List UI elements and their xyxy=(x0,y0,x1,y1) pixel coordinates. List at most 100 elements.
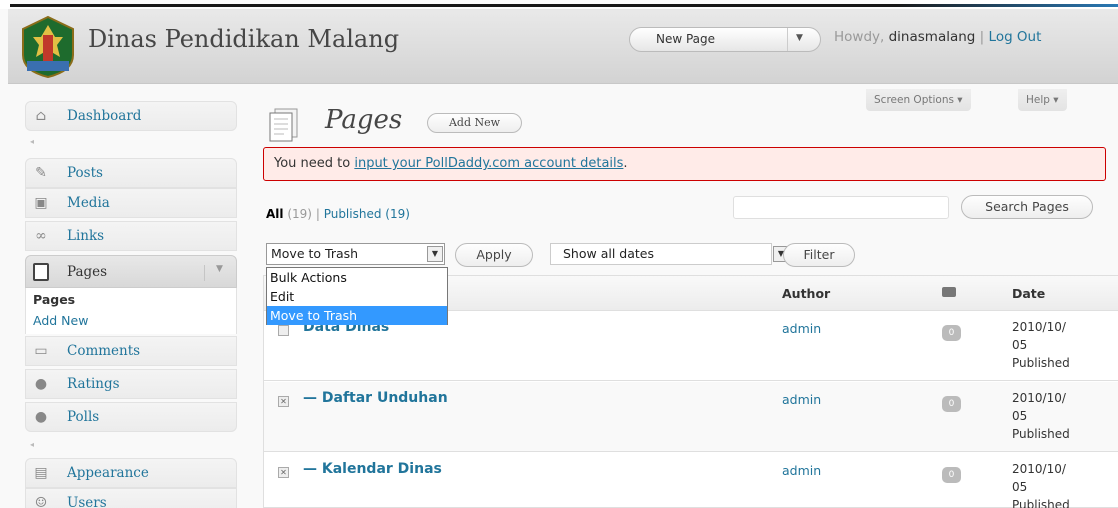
filter-published-link[interactable]: Published xyxy=(324,207,382,221)
date-filter-select[interactable]: Show all dates ▼ xyxy=(550,243,789,265)
apply-button[interactable]: Apply xyxy=(455,243,533,267)
sidebar-item-label: Comments xyxy=(67,343,141,359)
date-line: 05 xyxy=(1012,480,1028,494)
filter-separator: | xyxy=(315,207,320,221)
comment-count-bubble[interactable]: 0 xyxy=(942,396,961,412)
status-filter-links: All (19) | Published (19) xyxy=(266,207,410,221)
admin-header: Dinas Pendidikan Malang New Page ▼ Howdy… xyxy=(8,9,1118,84)
sidebar-item-posts[interactable]: ✎ Posts xyxy=(25,158,237,188)
option-edit[interactable]: Edit xyxy=(267,287,447,306)
status-text: Published xyxy=(1012,498,1070,508)
bulk-actions-value: Move to Trash xyxy=(271,246,359,261)
bulk-actions-select[interactable]: Move to Trash ▼ xyxy=(266,243,445,265)
appearance-icon: ▤ xyxy=(34,465,48,481)
date-line: 2010/10/ xyxy=(1012,391,1066,405)
submenu-item-add-new[interactable]: Add New xyxy=(33,313,88,328)
circle-icon: ● xyxy=(34,376,48,392)
row-checkbox[interactable]: ✕ xyxy=(278,467,289,478)
howdy-prefix: Howdy, xyxy=(834,29,885,45)
link-icon: ∞ xyxy=(35,228,47,244)
sidebar-item-links[interactable]: ∞ Links xyxy=(25,221,237,251)
chevron-down-icon[interactable]: ▼ xyxy=(427,246,443,262)
admin-sidebar: ⌂ Dashboard ◂ ✎ Posts ▣ Media ∞ Links Pa… xyxy=(0,85,250,508)
sidebar-item-label: Dashboard xyxy=(67,108,142,124)
sidebar-item-label: Ratings xyxy=(67,376,120,392)
submenu-item-pages[interactable]: Pages xyxy=(33,292,75,307)
screen-options-tab[interactable]: Screen Options ▾ xyxy=(866,89,971,111)
bulk-actions-dropdown[interactable]: Bulk Actions Edit Move to Trash xyxy=(266,267,448,325)
date-line: 05 xyxy=(1012,409,1028,423)
filter-all-count: (19) xyxy=(287,207,312,221)
pages-submenu: Pages Add New xyxy=(25,288,237,334)
favorite-action-label[interactable]: New Page xyxy=(656,32,715,46)
page-title: Pages xyxy=(325,105,403,135)
date-line: 2010/10/ xyxy=(1012,320,1066,334)
help-tab[interactable]: Help ▾ xyxy=(1018,89,1067,111)
status-text: Published xyxy=(1012,427,1070,441)
table-row: ✕ — Kalendar Dinas admin 0 2010/10/ 05 P… xyxy=(264,453,1118,508)
search-pages-button[interactable]: Search Pages xyxy=(961,195,1093,219)
date-cell: 2010/10/ 05 Published xyxy=(1012,460,1092,508)
comment-icon: ▭ xyxy=(34,343,48,359)
column-author[interactable]: Author xyxy=(782,286,830,301)
sidebar-item-polls[interactable]: ● Polls xyxy=(25,402,237,432)
sidebar-item-media[interactable]: ▣ Media xyxy=(25,188,237,218)
option-bulk-actions[interactable]: Bulk Actions xyxy=(267,268,447,287)
author-link[interactable]: admin xyxy=(782,321,821,336)
sidebar-item-appearance[interactable]: ▤ Appearance xyxy=(25,458,237,488)
sidebar-item-pages[interactable]: Pages ▼ xyxy=(25,255,237,288)
search-input[interactable] xyxy=(733,196,949,219)
row-checkbox[interactable] xyxy=(278,325,289,336)
option-move-to-trash[interactable]: Move to Trash xyxy=(267,306,447,325)
site-title[interactable]: Dinas Pendidikan Malang xyxy=(88,25,399,53)
notice-link[interactable]: input your PollDaddy.com account details xyxy=(354,156,623,171)
sidebar-item-label: Users xyxy=(67,495,107,508)
greeting-separator: | xyxy=(979,29,985,45)
media-icon: ▣ xyxy=(34,195,48,211)
status-text: Published xyxy=(1012,356,1070,370)
page-title-link[interactable]: — Kalendar Dinas xyxy=(303,461,442,477)
date-filter-value: Show all dates xyxy=(563,246,654,261)
favorite-actions-dropdown[interactable]: New Page ▼ xyxy=(629,27,821,52)
favorite-divider xyxy=(787,28,788,51)
sidebar-item-label: Posts xyxy=(67,165,103,181)
pin-icon: ✎ xyxy=(35,165,47,181)
sidebar-item-label: Pages xyxy=(67,264,108,280)
site-logo xyxy=(22,15,74,79)
comment-count-bubble[interactable]: 0 xyxy=(942,467,961,483)
chevron-down-icon[interactable]: ▼ xyxy=(216,264,223,274)
filter-button[interactable]: Filter xyxy=(783,243,855,267)
notice-suffix: . xyxy=(623,156,628,171)
polldaddy-notice: You need to input your PollDaddy.com acc… xyxy=(263,147,1106,181)
page-title-link[interactable]: — Daftar Unduhan xyxy=(303,390,448,406)
sidebar-item-label: Media xyxy=(67,195,110,211)
add-new-button[interactable]: Add New xyxy=(427,113,522,133)
author-link[interactable]: admin xyxy=(782,392,821,407)
sidebar-item-comments[interactable]: ▭ Comments xyxy=(25,336,237,366)
sidebar-item-users[interactable]: ☺ Users xyxy=(25,488,237,508)
pages-icon xyxy=(33,263,49,281)
table-row: ✕ — Daftar Unduhan admin 0 2010/10/ 05 P… xyxy=(264,382,1118,452)
logout-link[interactable]: Log Out xyxy=(989,29,1042,45)
pages-icon xyxy=(269,108,298,142)
circle-icon: ● xyxy=(34,409,48,425)
sidebar-item-ratings[interactable]: ● Ratings xyxy=(25,369,237,399)
comment-bubble-icon[interactable] xyxy=(942,287,956,297)
submenu-toggle-divider xyxy=(204,265,205,281)
date-line: 2010/10/ xyxy=(1012,462,1066,476)
home-icon: ⌂ xyxy=(35,108,47,124)
sidebar-item-dashboard[interactable]: ⌂ Dashboard xyxy=(25,101,237,131)
row-checkbox[interactable]: ✕ xyxy=(278,396,289,407)
sidebar-item-label: Appearance xyxy=(67,465,149,481)
sidebar-item-label: Polls xyxy=(67,409,100,425)
column-date[interactable]: Date xyxy=(1012,286,1045,301)
filter-all-link[interactable]: All xyxy=(266,207,284,221)
username-link[interactable]: dinasmalang xyxy=(889,29,976,45)
filter-published-count: (19) xyxy=(385,207,410,221)
author-link[interactable]: admin xyxy=(782,463,821,478)
chevron-down-icon[interactable]: ▼ xyxy=(796,33,803,43)
comment-count-bubble[interactable]: 0 xyxy=(942,325,961,341)
date-cell: 2010/10/ 05 Published xyxy=(1012,318,1092,372)
users-icon: ☺ xyxy=(34,495,48,508)
menu-separator: ◂ xyxy=(30,440,35,449)
